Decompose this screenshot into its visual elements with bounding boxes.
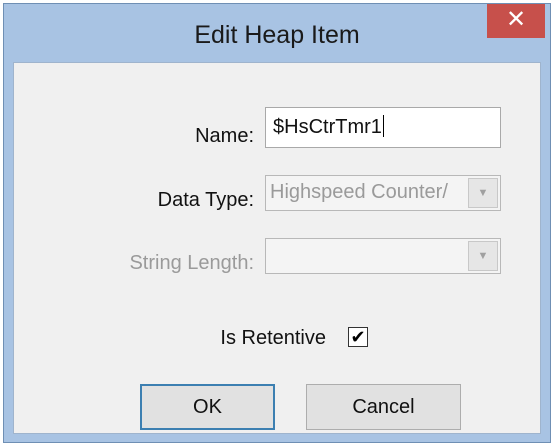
data-type-dropdown-button[interactable]: ▼ bbox=[468, 178, 498, 208]
is-retentive-checkbox[interactable]: ✔ bbox=[348, 327, 368, 347]
data-type-label: Data Type: bbox=[157, 189, 254, 211]
chevron-down-icon: ▼ bbox=[477, 250, 489, 262]
string-length-dropdown-button[interactable]: ▼ bbox=[468, 241, 498, 271]
edit-heap-item-dialog: Edit Heap Item ✕ Name: $HsCtrTmr1 Data T… bbox=[3, 3, 551, 443]
data-type-select[interactable]: Highspeed Counter/ ▼ bbox=[265, 175, 501, 211]
name-label: Name: bbox=[195, 125, 254, 147]
name-input[interactable]: $HsCtrTmr1 bbox=[265, 107, 501, 148]
string-length-select[interactable]: ▼ bbox=[265, 238, 501, 274]
dialog-title: Edit Heap Item bbox=[194, 21, 360, 49]
name-input-value: $HsCtrTmr1 bbox=[273, 116, 382, 138]
ok-button[interactable]: OK bbox=[140, 384, 275, 430]
close-icon: ✕ bbox=[505, 6, 527, 33]
checkmark-icon: ✔ bbox=[350, 327, 366, 347]
text-caret bbox=[382, 115, 384, 137]
title-bar[interactable]: Edit Heap Item ✕ bbox=[4, 4, 550, 62]
cancel-button[interactable]: Cancel bbox=[306, 384, 461, 430]
chevron-down-icon: ▼ bbox=[477, 187, 489, 199]
dialog-body: Name: $HsCtrTmr1 Data Type: Highspeed Co… bbox=[13, 62, 541, 434]
string-length-label: String Length: bbox=[129, 252, 254, 274]
data-type-value: Highspeed Counter/ bbox=[270, 181, 448, 203]
is-retentive-label: Is Retentive bbox=[220, 327, 326, 349]
close-button[interactable]: ✕ bbox=[487, 4, 545, 38]
